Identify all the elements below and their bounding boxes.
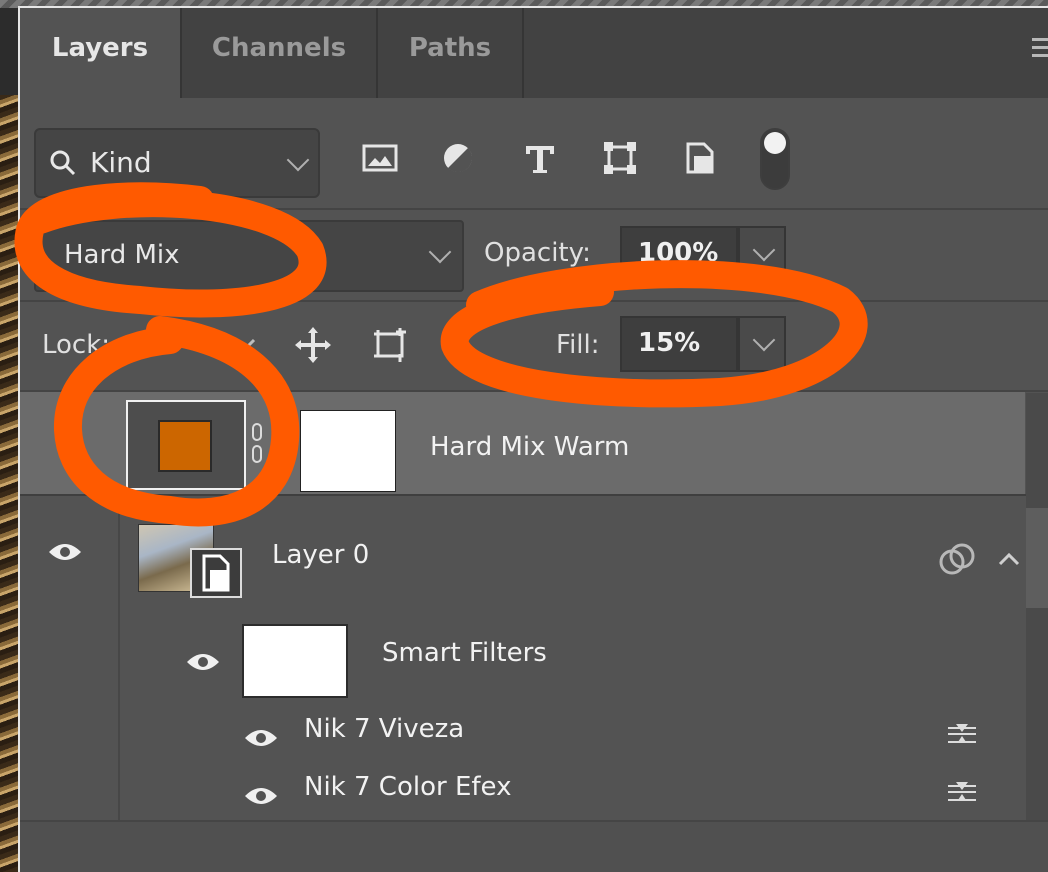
tab-paths[interactable]: Paths	[378, 8, 522, 98]
fill-label: Fill:	[556, 330, 600, 360]
smart-object-badge-icon	[190, 548, 242, 598]
chevron-down-icon	[752, 328, 776, 352]
opacity-field[interactable]: 100%	[620, 226, 738, 282]
tab-divider	[522, 8, 524, 98]
layer-filter-kind-select[interactable]: Kind	[34, 128, 320, 198]
pixel-layer-filter-icon[interactable]	[360, 138, 400, 178]
kind-select-label: Kind	[90, 146, 152, 179]
visibility-eye-icon[interactable]	[244, 786, 278, 806]
layers-panel: Layers Channels Paths Kind Hard Mix Opac…	[18, 6, 1048, 872]
chevron-down-icon	[428, 240, 452, 264]
panel-tab-bar: Layers Channels Paths	[20, 8, 1048, 98]
scrollbar-track[interactable]	[1026, 393, 1048, 833]
visibility-eye-icon[interactable]	[244, 728, 278, 748]
layer-mask-thumbnail[interactable]	[300, 410, 396, 492]
fill-dropdown-button[interactable]	[738, 316, 786, 372]
link-chain-icon[interactable]	[250, 422, 264, 466]
adjustment-layer-filter-icon[interactable]	[438, 138, 478, 178]
color-swatch	[158, 420, 212, 472]
smart-filter-item[interactable]: Nik 7 Viveza	[20, 706, 1025, 762]
smart-object-filter-icon[interactable]	[680, 138, 720, 178]
tab-channels[interactable]: Channels	[182, 8, 376, 98]
layer-name[interactable]: Hard Mix Warm	[430, 432, 629, 462]
lock-artboard-icon[interactable]	[370, 324, 412, 366]
opacity-label: Opacity:	[484, 238, 591, 268]
panel-footer	[20, 820, 1048, 872]
smart-filter-mask-thumbnail[interactable]	[242, 624, 348, 698]
visibility-eye-icon[interactable]	[50, 432, 84, 452]
blend-mode-select[interactable]: Hard Mix	[34, 220, 464, 292]
smart-filters-label[interactable]: Smart Filters	[382, 638, 547, 668]
blend-mode-value: Hard Mix	[64, 240, 180, 270]
layer-row-layer-0[interactable]: Layer 0	[20, 496, 1025, 616]
lock-label: Lock:	[42, 330, 111, 360]
scrollbar-thumb[interactable]	[1026, 508, 1048, 608]
fill-layer-thumbnail[interactable]	[126, 400, 246, 490]
visibility-eye-icon[interactable]	[186, 652, 220, 672]
opacity-value: 100%	[638, 238, 719, 268]
layer-indent-line	[118, 498, 120, 820]
chevron-down-icon	[286, 148, 310, 172]
filter-toggle-icon[interactable]	[760, 128, 790, 190]
smart-filter-name[interactable]: Nik 7 Color Efex	[304, 772, 511, 802]
opacity-dropdown-button[interactable]	[738, 226, 786, 282]
chevron-down-icon	[752, 238, 776, 262]
row-divider	[20, 300, 1048, 302]
layer-name[interactable]: Layer 0	[272, 540, 369, 570]
row-divider	[20, 208, 1048, 210]
smart-filter-name[interactable]: Nik 7 Viveza	[304, 714, 464, 744]
type-layer-filter-icon[interactable]	[520, 138, 560, 178]
fill-field[interactable]: 15%	[620, 316, 738, 372]
visibility-eye-icon[interactable]	[48, 542, 82, 562]
blending-options-icon[interactable]	[946, 780, 978, 804]
panel-menu-icon[interactable]	[1032, 38, 1048, 68]
shape-layer-filter-icon[interactable]	[600, 138, 640, 178]
lock-brush-icon[interactable]	[242, 338, 256, 352]
chevron-up-icon[interactable]	[998, 552, 1020, 566]
background-photo-edge	[0, 95, 18, 872]
layer-row-hard-mix-warm[interactable]: Hard Mix Warm	[20, 392, 1025, 494]
lock-position-move-icon[interactable]	[292, 324, 334, 366]
smart-filters-row[interactable]: Smart Filters	[20, 616, 1025, 706]
smart-filter-item[interactable]: Nik 7 Color Efex	[20, 764, 1025, 820]
tab-layers[interactable]: Layers	[20, 8, 180, 98]
smart-filter-effects-icon[interactable]	[938, 540, 978, 580]
blending-options-icon[interactable]	[946, 722, 978, 746]
search-icon	[50, 150, 76, 176]
fill-value: 15%	[638, 328, 701, 358]
